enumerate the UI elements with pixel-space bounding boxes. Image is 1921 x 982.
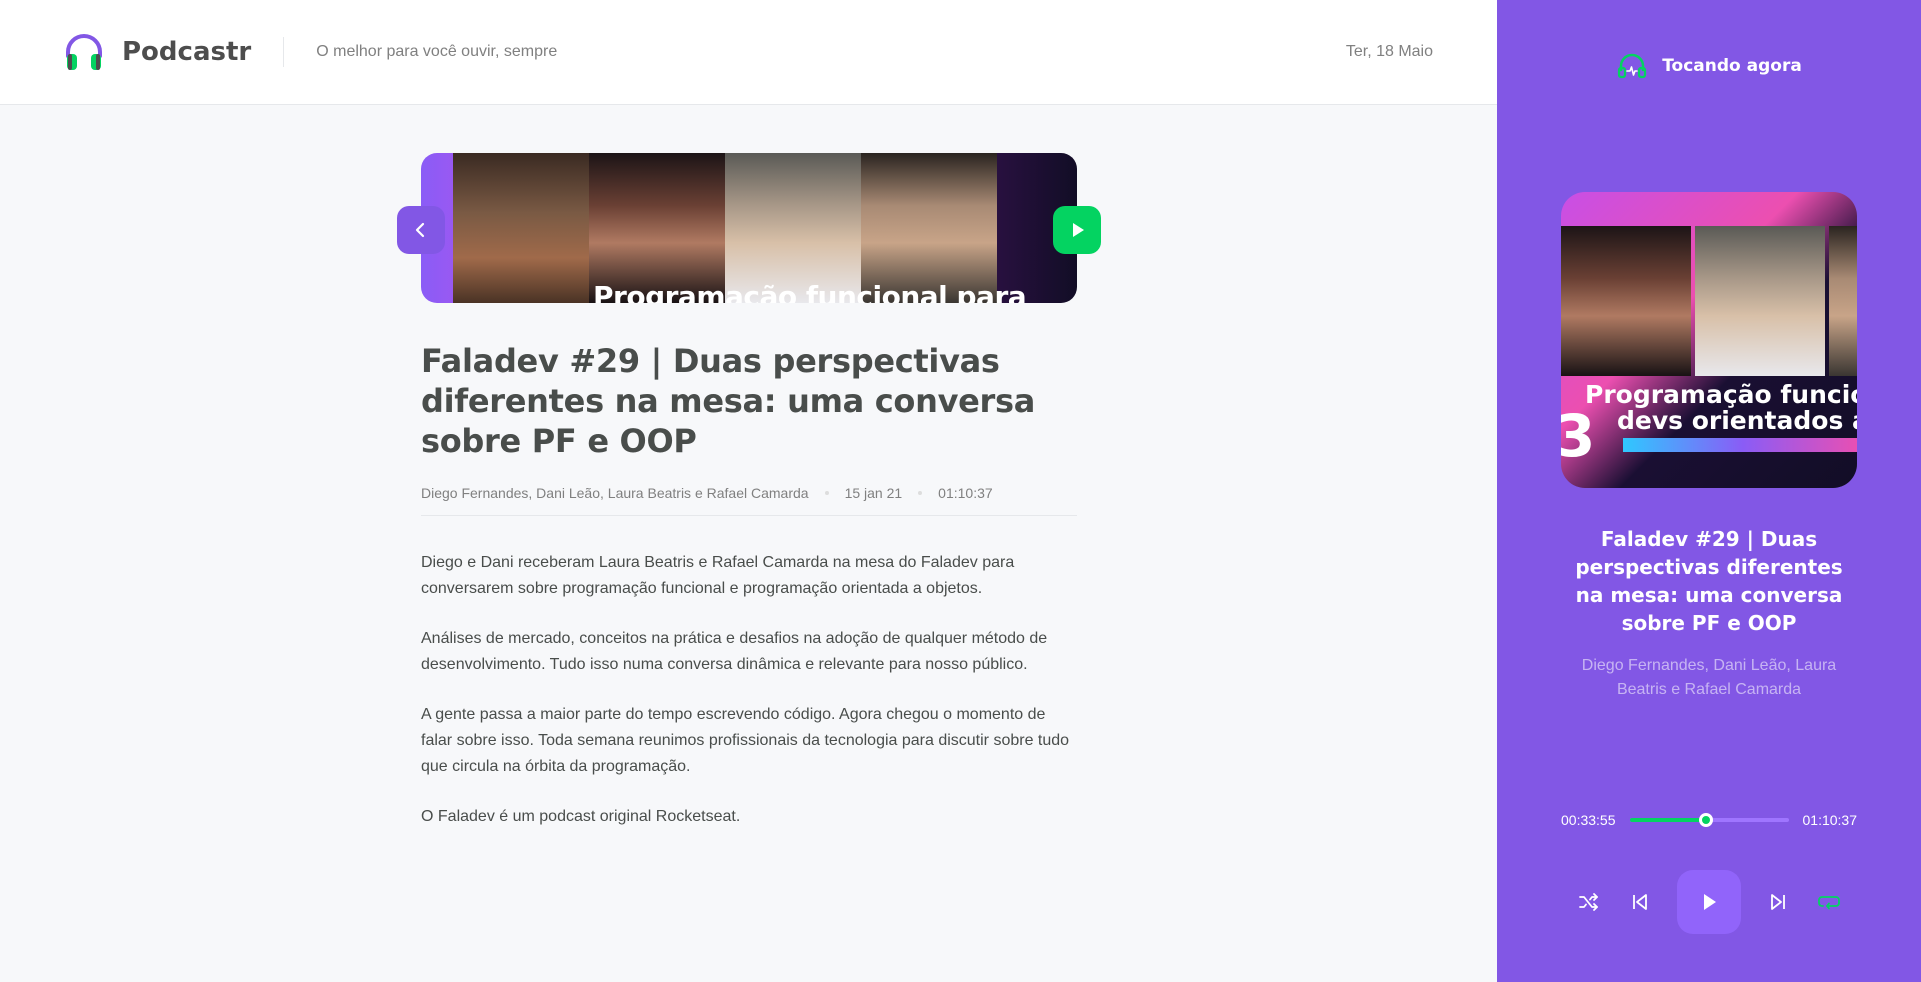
previous-button[interactable] (1626, 888, 1654, 916)
previous-icon (1633, 894, 1647, 910)
cover-photo (1829, 226, 1857, 376)
cover-accent-bar (1623, 438, 1857, 452)
episode-members: Diego Fernandes, Dani Leão, Laura Beatri… (421, 485, 809, 501)
episode-page: Programação funcional para Faladev #29 |… (397, 153, 1101, 854)
description-paragraph: O Faladev é um podcast original Rocketse… (421, 808, 741, 825)
next-button[interactable] (1764, 888, 1792, 916)
app-header: Podcastr O melhor para você ouvir, sempr… (0, 0, 1497, 105)
total-time: 01:10:37 (1802, 812, 1858, 828)
episode-meta: Diego Fernandes, Dani Leão, Laura Beatri… (421, 485, 1077, 516)
episode-published-at: 15 jan 21 (844, 485, 903, 501)
cover-photo (1561, 226, 1691, 376)
player-controls (1561, 870, 1857, 934)
progress-fill (1629, 818, 1706, 822)
cover-caption-line2: devs orientados a o (1617, 406, 1857, 435)
shuffle-button[interactable] (1575, 888, 1603, 916)
current-time: 00:33:55 (1561, 812, 1616, 828)
episode-description: Diego e Dani receberam Laura Beatris e R… (421, 550, 1077, 830)
current-date: Ter, 18 Maio (1345, 43, 1433, 60)
description-paragraph: Diego e Dani receberam Laura Beatris e R… (421, 554, 1015, 597)
meta-separator (918, 491, 923, 495)
player-header: Tocando agora (1497, 50, 1921, 82)
repeat-button[interactable] (1815, 888, 1843, 916)
episode-title: Faladev #29 | Duas perspectivas diferent… (421, 342, 1036, 460)
progress-slider[interactable] (1629, 813, 1789, 827)
shuffle-icon (1579, 893, 1598, 911)
arrow-left-icon (415, 222, 425, 238)
player-cover: Programação funcion devs orientados a o … (1561, 192, 1857, 488)
description-paragraph: A gente passa a maior parte do tempo esc… (421, 706, 1070, 775)
logo[interactable]: Podcastr (64, 32, 251, 72)
player-episode-members: Diego Fernandes, Dani Leão, Laura Beatri… (1581, 657, 1837, 698)
guest-photo (453, 153, 589, 303)
cover-number: 3 (1561, 402, 1596, 470)
meta-separator (824, 491, 829, 495)
episode-thumbnail: Programação funcional para (421, 153, 1077, 303)
player-sidebar: Tocando agora Programação funcion devs o… (1497, 0, 1921, 982)
back-button[interactable] (397, 206, 445, 254)
playing-now-icon (1618, 53, 1647, 79)
progress-handle[interactable] (1698, 813, 1713, 827)
play-icon (1704, 894, 1716, 910)
logo-text: Podcastr (122, 37, 252, 67)
tagline: O melhor para você ouvir, sempre (316, 43, 558, 60)
player-episode-title: Faladev #29 | Duas perspectivas diferent… (1575, 527, 1843, 635)
next-icon (1771, 894, 1785, 910)
play-button[interactable] (1677, 870, 1741, 934)
play-episode-button[interactable] (1053, 206, 1101, 254)
cover-photo (1695, 226, 1825, 376)
progress-bar: 00:33:55 01:10:37 (1561, 812, 1857, 828)
cover-caption-line1: Programação funcion (1585, 380, 1857, 409)
header-divider (283, 37, 285, 67)
description-paragraph: Análises de mercado, conceitos na prátic… (421, 630, 1048, 673)
repeat-icon (1818, 896, 1840, 910)
thumbnail-container: Programação funcional para (397, 153, 1101, 303)
player-heading: Tocando agora (1662, 56, 1802, 76)
play-icon (1073, 223, 1084, 237)
episode-duration: 01:10:37 (938, 485, 993, 501)
thumbnail-caption: Programação funcional para (593, 280, 1027, 303)
headphones-logo-icon (66, 34, 102, 70)
